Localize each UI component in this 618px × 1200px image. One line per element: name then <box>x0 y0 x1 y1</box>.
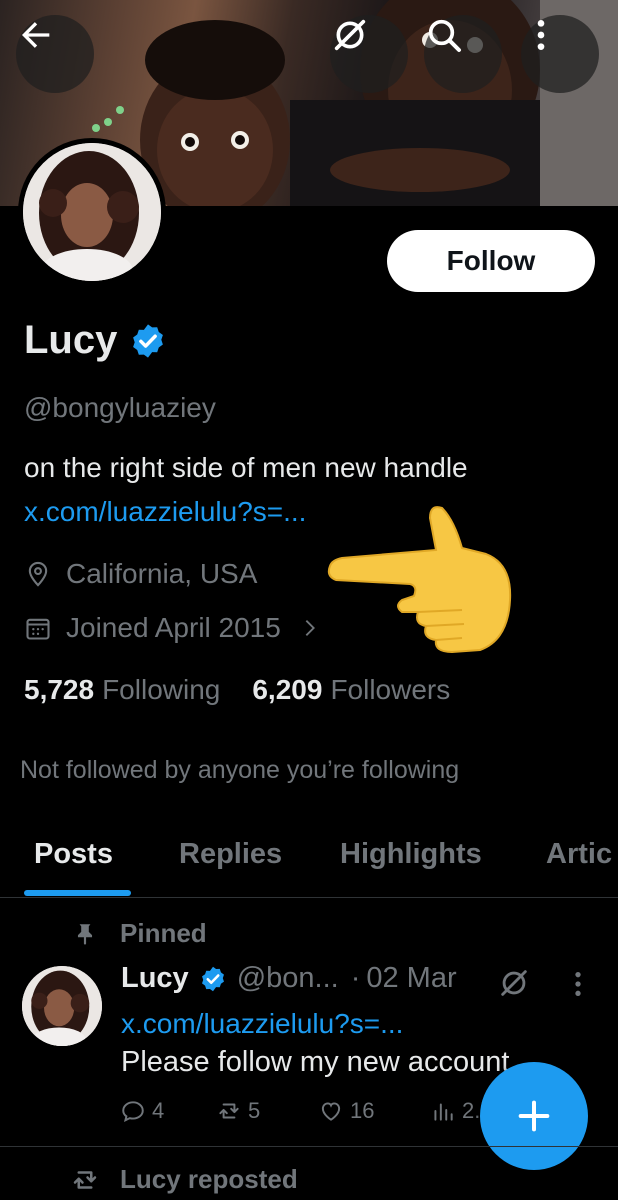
repost-indicator: Lucy reposted <box>70 1164 298 1195</box>
profile-handle: @bongyluaziey <box>24 392 216 423</box>
not-followed-note: Not followed by anyone you’re following <box>20 756 460 784</box>
grok-icon <box>334 19 366 51</box>
post-avatar-photo <box>22 966 102 1046</box>
grok-icon[interactable] <box>497 966 531 1000</box>
post-header: Lucy @bon... · 02 Mar <box>121 962 457 995</box>
post-author-handle[interactable]: @bon... <box>237 962 339 995</box>
joined-text: Joined April 2015 <box>66 612 281 643</box>
search-button[interactable] <box>424 15 502 93</box>
pinned-indicator: Pinned <box>72 918 207 949</box>
profile-bio: on the right side of men new handle <box>24 452 468 483</box>
post-date[interactable]: 02 Mar <box>366 962 456 995</box>
profile-link[interactable]: x.com/luazzielulu?s=... <box>24 496 306 528</box>
profile-avatar[interactable] <box>18 138 166 286</box>
compose-post-button[interactable] <box>480 1062 588 1170</box>
tab-articles[interactable]: Artic <box>546 838 612 871</box>
post-link[interactable]: x.com/luazzielulu?s=... <box>121 1008 403 1040</box>
post-author-avatar[interactable] <box>22 966 102 1046</box>
repost-count: 5 <box>248 1098 261 1123</box>
profile-location: California, USA <box>24 558 257 590</box>
post-more-icon[interactable] <box>568 968 588 1000</box>
profile-name-row: Lucy <box>24 318 167 363</box>
following-link[interactable]: 5,728 Following <box>24 674 220 706</box>
pin-icon <box>77 923 93 945</box>
active-tab-indicator <box>24 890 131 896</box>
follow-counts: 5,728 Following 6,209 Followers <box>24 674 450 706</box>
following-count: 5,728 <box>24 674 95 705</box>
views-chart-icon <box>434 1103 453 1121</box>
grok-button[interactable] <box>330 15 408 93</box>
like-button[interactable]: 16 <box>318 1098 374 1124</box>
following-label: Following <box>102 674 221 705</box>
post-divider <box>0 1146 618 1147</box>
reply-button[interactable]: 4 <box>120 1098 164 1124</box>
repost-button[interactable]: 5 <box>216 1098 260 1124</box>
location-text: California, USA <box>66 558 258 589</box>
reply-count: 4 <box>152 1098 165 1123</box>
tab-highlights[interactable]: Highlights <box>340 838 482 871</box>
plus-icon <box>518 1100 550 1132</box>
calendar-icon <box>26 618 50 640</box>
followers-label: Followers <box>330 674 451 705</box>
repost-label: Lucy reposted <box>120 1164 298 1194</box>
search-icon <box>428 19 461 52</box>
verified-badge-icon[interactable] <box>129 322 167 360</box>
pinned-label: Pinned <box>120 918 207 948</box>
follow-button[interactable]: Follow <box>387 230 595 292</box>
post-separator: · <box>350 962 361 994</box>
tab-replies[interactable]: Replies <box>179 838 282 871</box>
repost-icon <box>73 1170 97 1189</box>
location-pin-icon <box>28 561 48 587</box>
profile-name: Lucy <box>24 318 118 362</box>
arrow-left-icon <box>22 22 50 48</box>
more-button[interactable] <box>521 15 599 93</box>
pointing-hand-emoji <box>327 506 512 654</box>
reply-icon <box>122 1101 144 1122</box>
back-button[interactable] <box>16 15 94 93</box>
followers-link[interactable]: 6,209 Followers <box>252 674 450 706</box>
avatar-photo <box>23 143 161 281</box>
verified-badge-icon <box>201 966 224 991</box>
post-text: Please follow my new account <box>121 1046 510 1078</box>
profile-joined[interactable]: Joined April 2015 <box>24 612 321 644</box>
repost-icon <box>219 1103 239 1119</box>
more-vertical-icon <box>537 20 545 50</box>
like-count: 16 <box>350 1098 375 1123</box>
heart-icon <box>321 1102 341 1121</box>
post-author-name[interactable]: Lucy <box>121 962 189 995</box>
followers-count: 6,209 <box>252 674 323 705</box>
profile-tabs: Posts Replies Highlights Artic <box>0 832 618 898</box>
tab-posts[interactable]: Posts <box>34 838 113 871</box>
chevron-right-icon <box>305 620 315 636</box>
